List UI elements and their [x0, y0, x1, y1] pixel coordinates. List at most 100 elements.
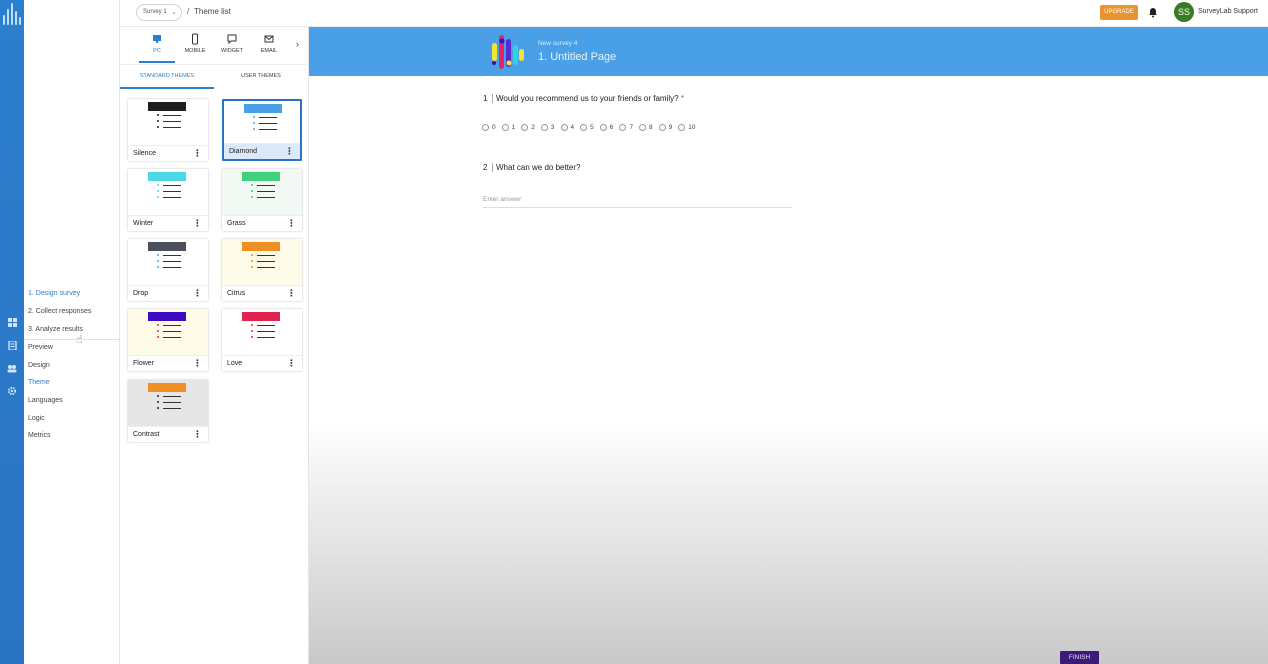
scale-option-label: 7	[629, 124, 633, 131]
more-options-icon[interactable]: ⋮	[287, 218, 296, 229]
more-options-icon[interactable]: ⋮	[193, 429, 202, 440]
scale-option[interactable]: 8	[639, 124, 653, 131]
theme-card-love[interactable]: Love ⋮	[222, 309, 302, 371]
chat-widget-icon	[226, 33, 238, 45]
theme-thumbnail	[128, 99, 208, 145]
theme-list-icon	[157, 395, 181, 414]
surveys-icon[interactable]	[4, 337, 20, 353]
nav-theme[interactable]: Theme	[28, 379, 50, 386]
scale-option[interactable]: 4	[560, 124, 575, 131]
scale-option-label: 0	[492, 124, 496, 131]
question-number: 2	[483, 163, 493, 172]
scale-option[interactable]: 5	[580, 124, 594, 131]
settings-gear-icon[interactable]	[4, 383, 20, 399]
question-text: Would you recommend us to your friends o…	[496, 94, 679, 103]
radio-icon[interactable]	[580, 124, 588, 131]
breadcrumb-current: Theme list	[194, 7, 231, 16]
more-options-icon[interactable]: ⋮	[193, 218, 202, 229]
theme-thumbnail	[222, 309, 302, 355]
theme-card-flower[interactable]: Flower ⋮	[128, 309, 208, 371]
tab-standard-themes[interactable]: STANDARD THEMES	[120, 73, 214, 79]
username[interactable]: SurveyLab Support	[1198, 8, 1258, 15]
theme-card-drop[interactable]: Drop ⋮	[128, 239, 208, 301]
device-tab-email[interactable]: EMAIL	[251, 33, 287, 54]
nav-preview[interactable]: Preview	[28, 344, 53, 351]
nav-design[interactable]: Design	[28, 362, 50, 369]
scale-option[interactable]: 1	[501, 124, 515, 131]
theme-name: Contrast	[133, 431, 160, 438]
theme-list-icon	[253, 116, 277, 135]
theme-thumbnail	[128, 239, 208, 285]
question-number: 1	[483, 94, 493, 103]
more-options-icon[interactable]: ⋮	[193, 148, 202, 159]
theme-card-citrus[interactable]: Citrus ⋮	[222, 239, 302, 301]
theme-card-winter[interactable]: Winter ⋮	[128, 169, 208, 231]
theme-name: Silence	[133, 150, 156, 157]
scale-option-label: 3	[550, 124, 555, 131]
radio-icon[interactable]	[501, 124, 509, 131]
nav-step-collect-responses[interactable]: 2. Collect responses	[28, 308, 91, 315]
radio-icon[interactable]	[619, 124, 627, 131]
device-tab-pc[interactable]: PC	[139, 33, 175, 54]
scale-option[interactable]: 9	[658, 124, 672, 131]
device-tab-mobile[interactable]: MOBILE	[177, 33, 213, 54]
theme-list-icon	[251, 324, 275, 343]
survey-logo-icon	[490, 33, 526, 71]
scale-option-label: 5	[590, 124, 594, 131]
theme-card-footer: Flower ⋮	[128, 355, 208, 371]
scale-option[interactable]: 0	[482, 124, 496, 131]
scale-option-label: 2	[531, 124, 535, 131]
nav-step-analyze-results[interactable]: 3. Analyze results	[28, 326, 83, 333]
radio-icon[interactable]	[540, 124, 548, 131]
required-marker: *	[680, 94, 684, 103]
page-title: 1. Untitled Page	[538, 51, 617, 63]
more-options-icon[interactable]: ⋮	[287, 288, 296, 299]
radio-icon[interactable]	[678, 124, 686, 131]
scale-option[interactable]: 10	[678, 124, 695, 131]
scale-option[interactable]: 3	[540, 124, 555, 131]
theme-card-contrast[interactable]: Contrast ⋮	[128, 380, 208, 442]
notification-bell-icon[interactable]	[1147, 6, 1159, 18]
radio-icon[interactable]	[560, 124, 568, 131]
nav-logic[interactable]: Logic	[28, 415, 45, 422]
nav-metrics[interactable]: Metrics	[28, 432, 51, 439]
theme-tab-indicator	[120, 87, 214, 89]
scale-option[interactable]: 2	[521, 124, 535, 131]
more-options-icon[interactable]: ⋮	[287, 358, 296, 369]
nav-step-design-survey[interactable]: 1. Design survey	[28, 290, 80, 297]
users-icon[interactable]	[4, 360, 20, 376]
radio-icon[interactable]	[639, 124, 646, 131]
finish-button[interactable]: FINISH	[1060, 651, 1099, 664]
more-options-icon[interactable]: ⋮	[285, 146, 294, 157]
survey-nav: 1. Design survey 2. Collect responses 3.…	[24, 0, 120, 664]
scale-option-label: 8	[649, 124, 653, 131]
icon-rail	[0, 0, 24, 664]
radio-icon[interactable]	[521, 124, 529, 131]
upgrade-button[interactable]: UPGRADE	[1100, 5, 1138, 20]
theme-name: Drop	[133, 290, 149, 297]
scale-option[interactable]: 6	[599, 124, 613, 131]
scale-option-label: 4	[570, 124, 575, 131]
scale-option[interactable]: 7	[619, 124, 633, 131]
theme-card-silence[interactable]: Silence ⋮	[128, 99, 208, 161]
dashboard-icon[interactable]	[4, 314, 20, 330]
chevron-right-icon[interactable]: ›	[296, 39, 299, 49]
device-tab-widget[interactable]: WIDGET	[214, 33, 250, 54]
theme-header-bar	[244, 104, 282, 113]
radio-icon[interactable]	[482, 124, 489, 131]
more-options-icon[interactable]: ⋮	[193, 358, 202, 369]
app-logo-icon[interactable]	[2, 3, 22, 25]
theme-tabs: STANDARD THEMES USER THEMES	[120, 64, 309, 89]
answer-input[interactable]: Enter answer	[483, 196, 792, 208]
tab-user-themes[interactable]: USER THEMES	[214, 73, 308, 79]
more-options-icon[interactable]: ⋮	[193, 288, 202, 299]
theme-name: Flower	[133, 360, 155, 367]
theme-card-diamond[interactable]: Diamond ⋮	[222, 99, 302, 161]
theme-card-grass[interactable]: Grass ⋮	[222, 169, 302, 231]
survey-select[interactable]: Survey 1 ⌄	[136, 4, 182, 21]
radio-icon[interactable]	[658, 124, 666, 131]
theme-header-bar	[148, 172, 186, 181]
radio-icon[interactable]	[599, 124, 607, 131]
avatar[interactable]: SS	[1174, 2, 1194, 22]
nav-languages[interactable]: Languages	[28, 397, 63, 404]
